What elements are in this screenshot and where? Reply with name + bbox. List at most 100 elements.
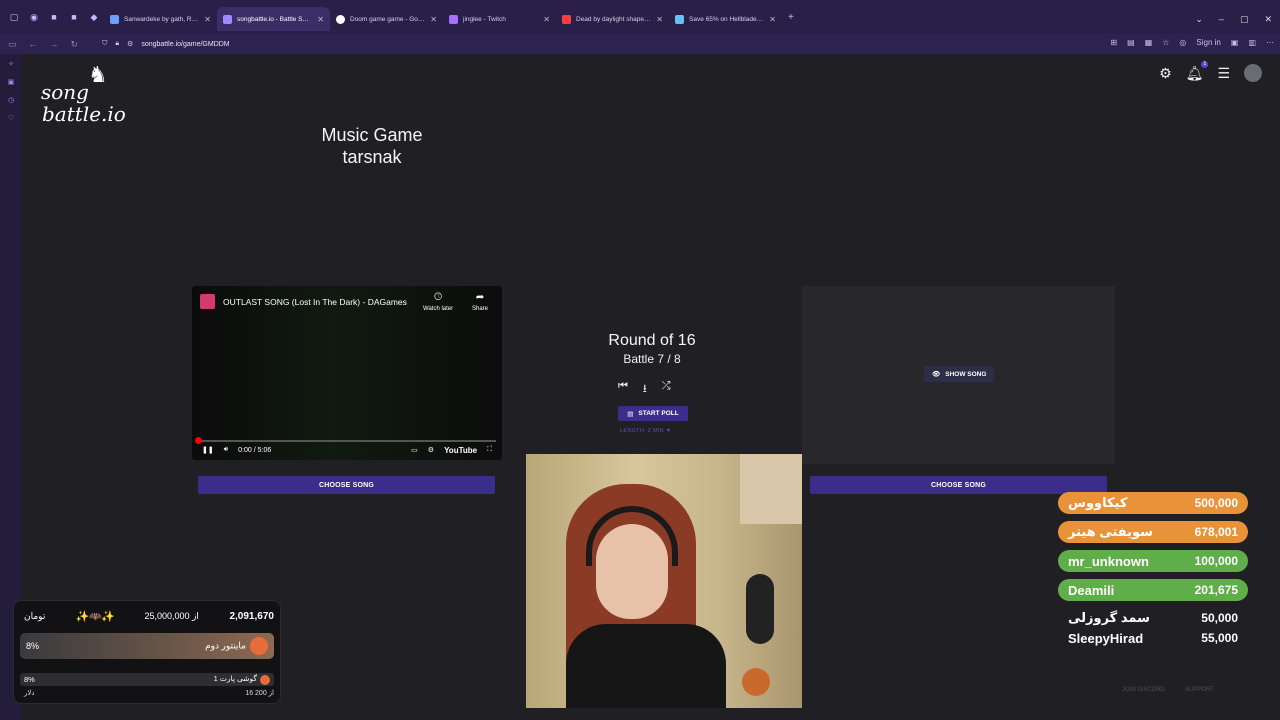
tab-1[interactable]: songbattle.io - Battle Songs ✕ (217, 7, 330, 31)
forward-icon[interactable]: → (50, 39, 59, 50)
video-progress-bar[interactable] (195, 437, 496, 444)
game-title-block: Music Game tarsnak (302, 124, 442, 168)
tab-title: jinglee - Twitch (463, 15, 506, 23)
notifications-bell-icon[interactable]: 🔔︎ 1 (1186, 60, 1209, 82)
tab-favicon (110, 14, 119, 24)
sidebar-favorites-icon[interactable]: ♡ (8, 114, 14, 122)
sidebar-copilot-icon[interactable]: ✧ (8, 60, 14, 68)
battle-counter: Battle 7 / 8 (623, 352, 681, 366)
lock-icon[interactable]: 🔒︎ (115, 40, 119, 48)
start-poll-button[interactable]: ▤ START POLL (618, 406, 688, 421)
round-title: Round of 16 (608, 332, 696, 349)
watch-later-button[interactable]: 🕓︎ Watch later (423, 292, 453, 312)
leaderboard-row: mr_unknown 100,000 (1058, 550, 1248, 572)
donor-name: سمد گروزلی (1068, 610, 1150, 625)
tab-2[interactable]: Doom game game - Google Se ✕ (330, 7, 443, 31)
secondary-goal-percent: 8% (24, 675, 35, 684)
profile-icon[interactable]: ◎ (1179, 38, 1186, 47)
window-controls: ⌄ – ▢ ✕ (1195, 14, 1272, 25)
video-title[interactable]: OUTLAST SONG (Lost In The Dark) - DAGame… (223, 297, 407, 307)
url-text[interactable]: songbattle.io/game/GMDDM (141, 41, 229, 48)
site-header-icons: ⚙ 🔔︎ 1 ☰ (1159, 60, 1262, 82)
tab-favicon (223, 14, 232, 24)
sparkle-bats-icon: ✨🦇✨ (75, 610, 115, 623)
captions-icon[interactable]: ▭ (411, 446, 418, 454)
toolbar-right: ⊞ ▤ ▦ ☆ ◎ Sign in ▣ ▥ ⋯ (1110, 38, 1274, 47)
previous-battle-icon[interactable]: ⏮ (618, 380, 628, 399)
settings-more-icon[interactable]: ⋯ (1266, 38, 1274, 47)
choose-song-left-button[interactable]: CHOOSE SONG (198, 476, 495, 494)
reload-icon[interactable]: ↻ (71, 39, 79, 50)
back-icon[interactable]: ← (29, 39, 38, 50)
tab-5[interactable]: Save 65% on Hellblade: Senua's ✕ (669, 7, 782, 31)
donor-name: Deamili (1068, 582, 1115, 598)
sidebar-toggle-icon[interactable]: ▭ (8, 39, 17, 50)
apps-icon[interactable]: ▦ (1145, 38, 1153, 47)
reader-icon[interactable]: ▤ (1127, 38, 1135, 47)
clock-icon: 🕓︎ (434, 292, 443, 303)
hamburger-menu-icon[interactable]: ☰ (1217, 65, 1230, 82)
footer-links: JOIN DISCORD SUPPORT (1122, 687, 1214, 693)
donor-name: mr_unknown (1068, 553, 1149, 569)
channel-avatar[interactable] (200, 294, 215, 309)
share-button[interactable]: ➦ Share (472, 292, 488, 312)
video-time: 0:00 / 5:06 (238, 446, 272, 454)
maximize-icon[interactable]: ▢ (1240, 14, 1249, 25)
url-field[interactable]: ⛉ 🔒︎ ⚙ songbattle.io/game/GMDDM (102, 40, 230, 48)
fullscreen-icon[interactable]: ⛶ (487, 446, 492, 454)
close-tab-icon[interactable]: ✕ (656, 15, 663, 24)
collections-icon[interactable]: ▥ (1248, 38, 1256, 47)
close-tab-icon[interactable]: ✕ (769, 15, 776, 24)
favorite-icon[interactable]: ☆ (1162, 38, 1169, 47)
close-tab-icon[interactable]: ✕ (430, 15, 437, 24)
support-link[interactable]: SUPPORT (1185, 687, 1214, 693)
shield-icon[interactable]: ⛉ (102, 40, 107, 48)
share-arrow-icon: ➦ (475, 292, 485, 303)
poll-length-select[interactable]: LENGTH: 2 MIN ▼ (620, 428, 672, 434)
site-info-icon[interactable]: ⚙ (127, 40, 133, 48)
donor-name: سویفتی هیتر (1068, 524, 1153, 539)
close-tab-icon[interactable]: ✕ (204, 15, 211, 24)
sign-in-button[interactable]: Sign in (1196, 38, 1220, 47)
workspace-icon[interactable]: ▢ (4, 7, 24, 27)
youtube-player-left[interactable]: OUTLAST SONG (Lost In The Dark) - DAGame… (192, 286, 502, 460)
eye-icon: 👁︎ (932, 371, 941, 378)
shuffle-icon[interactable]: ⤮ (662, 380, 671, 399)
show-song-button[interactable]: 👁︎ SHOW SONG (924, 366, 995, 382)
pause-icon[interactable]: ❚❚ (202, 446, 214, 454)
volume-icon[interactable]: 🔊︎ (224, 446, 228, 454)
tab-title: Doom game game - Google Se (350, 15, 426, 23)
translate-icon[interactable]: ⊞ (1110, 38, 1117, 47)
user-avatar[interactable] (1244, 64, 1262, 82)
close-tab-icon[interactable]: ✕ (317, 15, 324, 24)
pinned-tab-icon[interactable]: ■ (44, 7, 64, 27)
minimize-icon[interactable]: – (1219, 14, 1224, 25)
close-tab-icon[interactable]: ✕ (543, 15, 550, 24)
progress-scrubber[interactable] (195, 437, 202, 444)
start-poll-label: START POLL (638, 410, 679, 417)
songbattle-logo[interactable]: ♞ song battle.io (40, 62, 130, 140)
settings-gear-icon[interactable]: ⚙ (1159, 65, 1172, 82)
extensions-icon[interactable]: ▣ (1231, 38, 1239, 47)
tab-actions-icon[interactable]: ◉ (24, 7, 44, 27)
close-window-icon[interactable]: ✕ (1264, 14, 1272, 25)
youtube-logo[interactable]: YouTube (444, 446, 477, 455)
sidebar-history-icon[interactable]: ◷ (8, 96, 14, 104)
pinned-tab-icon[interactable]: ◆ (84, 7, 104, 27)
download-icon[interactable]: ⭳ (643, 380, 647, 399)
donation-currency: تومان (24, 610, 46, 621)
logo-line-1: song (41, 80, 89, 104)
new-tab-icon[interactable]: + (788, 12, 794, 23)
tab-3[interactable]: jinglee - Twitch ✕ (443, 7, 556, 31)
pinned-tab-icon[interactable]: ■ (64, 7, 84, 27)
battle-controls: ⏮ ⭳ ⤮ (618, 380, 671, 399)
join-discord-link[interactable]: JOIN DISCORD (1122, 687, 1165, 693)
tab-list-icon[interactable]: ⌄ (1195, 14, 1203, 25)
tab-4[interactable]: Dead by daylight shape all sou ✕ (556, 7, 669, 31)
donor-amount: 50,000 (1201, 611, 1238, 625)
streamer-body (566, 624, 726, 708)
settings-icon[interactable]: ⚙ (428, 446, 434, 454)
sidebar-collections-icon[interactable]: ▣ (8, 78, 15, 86)
tab-0[interactable]: Sanwardeke by gath, Ravien, Al ✕ (104, 7, 217, 31)
secondary-goal-emoji-icon (260, 674, 270, 685)
